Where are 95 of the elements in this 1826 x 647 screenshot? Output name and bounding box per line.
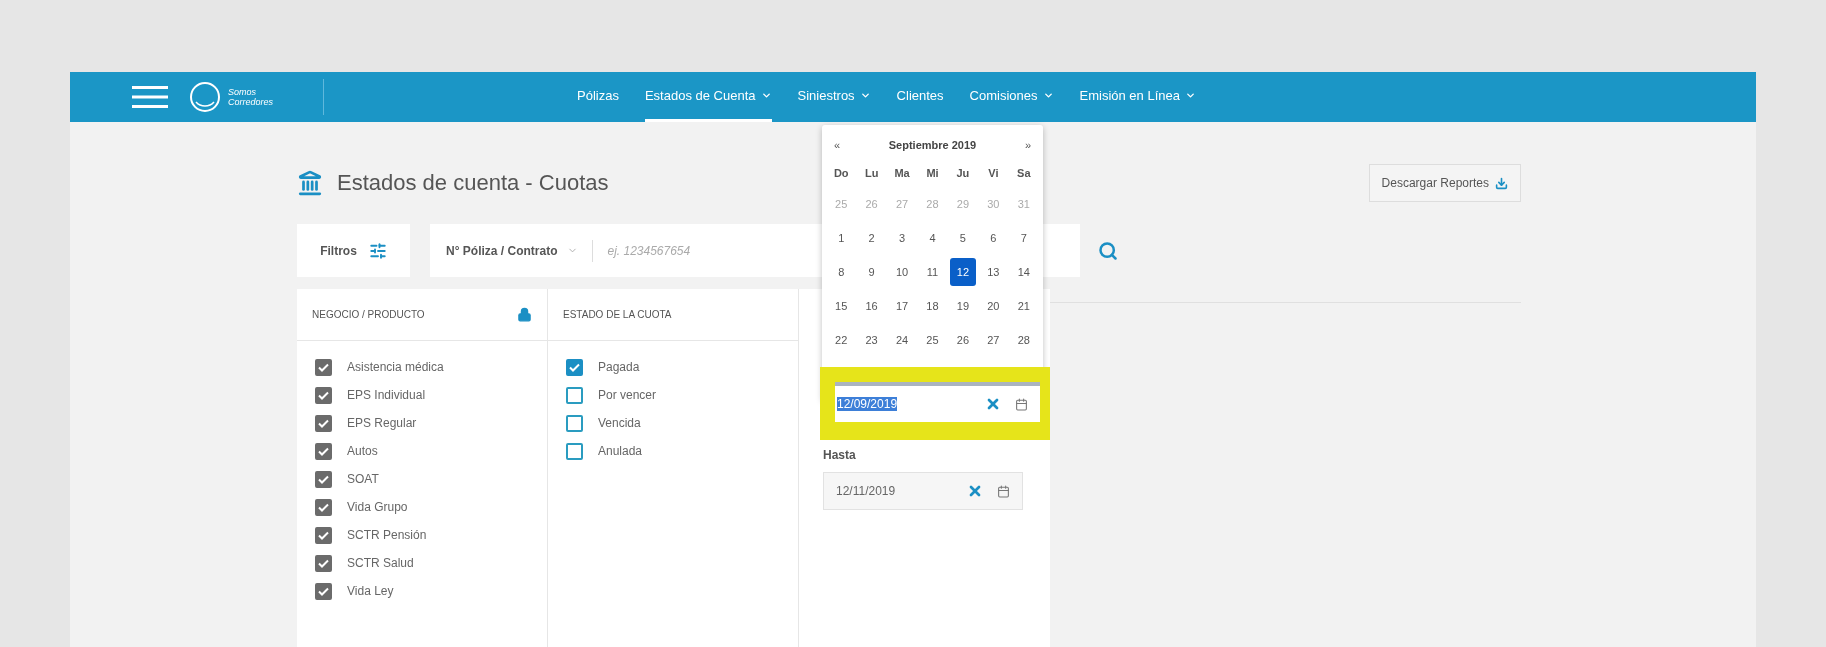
calendar-icon[interactable] xyxy=(1015,397,1028,411)
date-value: 12/09/2019 xyxy=(837,396,899,413)
caret-icon xyxy=(1184,90,1196,101)
logo-text: Corredores xyxy=(228,97,274,107)
checkmark-icon xyxy=(569,362,580,372)
checkbox[interactable] xyxy=(315,582,332,600)
logo-ring-icon xyxy=(188,80,222,114)
calendar-day[interactable]: 16 xyxy=(858,292,885,320)
checkbox-label: Anulada xyxy=(598,443,643,460)
checkmark-icon xyxy=(318,390,329,400)
checkbox-label: Vencida xyxy=(598,415,641,432)
weekday-label: Mi xyxy=(925,165,940,181)
calendar-day[interactable]: 11 xyxy=(919,258,946,286)
search-icon[interactable] xyxy=(1098,240,1118,261)
calendar-day[interactable]: 15 xyxy=(828,292,855,320)
caret-icon xyxy=(760,90,772,101)
calendar-day[interactable]: 20 xyxy=(980,292,1007,320)
weekday-label: Sa xyxy=(1016,165,1032,181)
calendar-day[interactable]: 18 xyxy=(919,292,946,320)
checkmark-icon xyxy=(318,446,329,456)
checkmark-icon xyxy=(318,530,329,540)
checkbox[interactable] xyxy=(315,442,332,460)
search-type-dropdown[interactable]: N° Póliza / Contrato xyxy=(430,241,593,260)
calendar-day[interactable]: 8 xyxy=(828,258,855,286)
calendar-day[interactable]: 25 xyxy=(919,326,946,354)
calendar-day[interactable]: 27 xyxy=(980,326,1007,354)
checkbox[interactable] xyxy=(315,414,332,432)
caret-icon xyxy=(1042,90,1054,101)
page-title: Estados de cuenta - Cuotas xyxy=(337,169,609,197)
calendar-day[interactable]: 12 xyxy=(949,258,976,286)
weekday-label: Lu xyxy=(863,165,880,181)
checkbox-label: Por vencer xyxy=(598,387,657,404)
checkbox-label: Vida Ley xyxy=(347,583,394,600)
checkbox[interactable] xyxy=(315,470,332,488)
calendar-day[interactable]: 26 xyxy=(949,326,976,354)
calendar-day[interactable]: 21 xyxy=(1010,292,1037,320)
checkbox-label: Asistencia médica xyxy=(347,359,444,376)
checkbox-label: Pagada xyxy=(598,359,640,376)
next-month-button[interactable]: » xyxy=(1024,136,1031,154)
calendar-day[interactable]: 13 xyxy=(980,258,1007,286)
logo-text: Somos xyxy=(228,87,257,97)
checkbox-label: Autos xyxy=(347,443,378,460)
field-label: Hasta xyxy=(823,447,857,464)
lock-icon xyxy=(517,307,532,322)
menu-icon[interactable] xyxy=(132,85,168,109)
checkbox[interactable] xyxy=(315,554,332,572)
checkmark-icon xyxy=(318,418,329,428)
column-heading: NEGOCIO / PRODUCTO xyxy=(312,308,425,322)
date-field[interactable]: 12/09/2019 xyxy=(835,382,1040,422)
download-icon xyxy=(1495,176,1508,190)
calendar-day[interactable]: 10 xyxy=(889,258,916,286)
checkmark-icon xyxy=(318,362,329,372)
checkbox[interactable] xyxy=(566,358,583,376)
sliders-icon xyxy=(368,241,387,260)
date-field[interactable]: 12/11/2019 xyxy=(823,472,1023,510)
checkbox-label: Vida Grupo xyxy=(347,499,408,516)
checkbox[interactable] xyxy=(315,358,332,376)
caret-icon xyxy=(859,90,871,101)
checkmark-icon xyxy=(318,558,329,568)
checkbox-label: SCTR Salud xyxy=(347,555,414,572)
download-reports-button[interactable]: Descargar Reportes xyxy=(1368,164,1521,202)
clear-icon[interactable] xyxy=(985,396,1001,412)
column-heading: ESTADO DE LA CUOTA xyxy=(563,308,672,322)
checkbox[interactable] xyxy=(315,526,332,544)
checkbox-label: SCTR Pensión xyxy=(347,527,427,544)
calendar-day[interactable]: 19 xyxy=(949,292,976,320)
checkbox[interactable] xyxy=(566,386,583,404)
calendar-day[interactable]: 23 xyxy=(858,326,885,354)
checkbox[interactable] xyxy=(315,386,332,404)
checkbox[interactable] xyxy=(566,442,583,460)
calendar-day[interactable]: 14 xyxy=(1010,258,1037,286)
filters-button[interactable]: Filtros xyxy=(297,224,410,277)
checkbox-label: EPS Regular xyxy=(347,415,417,432)
bank-icon xyxy=(297,169,323,196)
checkmark-icon xyxy=(318,586,329,596)
checkmark-icon xyxy=(318,502,329,512)
previous-month-button[interactable]: « xyxy=(834,136,841,154)
weekday-label: Vi xyxy=(987,165,1000,181)
calendar-day[interactable]: 28 xyxy=(1010,326,1037,354)
clear-icon[interactable] xyxy=(967,483,983,499)
calendar-day[interactable]: 17 xyxy=(889,292,916,320)
weekday-label: Do xyxy=(832,165,850,181)
checkbox[interactable] xyxy=(315,498,332,516)
checkmark-icon xyxy=(318,474,329,484)
calendar-day[interactable]: 9 xyxy=(858,258,885,286)
checkbox[interactable] xyxy=(566,414,583,432)
weekday-label: Ju xyxy=(955,165,971,181)
calendar-day[interactable]: 22 xyxy=(828,326,855,354)
calendar-icon[interactable] xyxy=(997,484,1010,498)
month-title: Septiembre 2019 xyxy=(888,137,977,153)
weekday-label: Ma xyxy=(893,165,911,181)
checkbox-label: EPS Individual xyxy=(347,387,426,404)
checkbox-label: SOAT xyxy=(347,471,379,488)
calendar-day[interactable]: 24 xyxy=(889,326,916,354)
date-value: 12/11/2019 xyxy=(836,483,897,500)
